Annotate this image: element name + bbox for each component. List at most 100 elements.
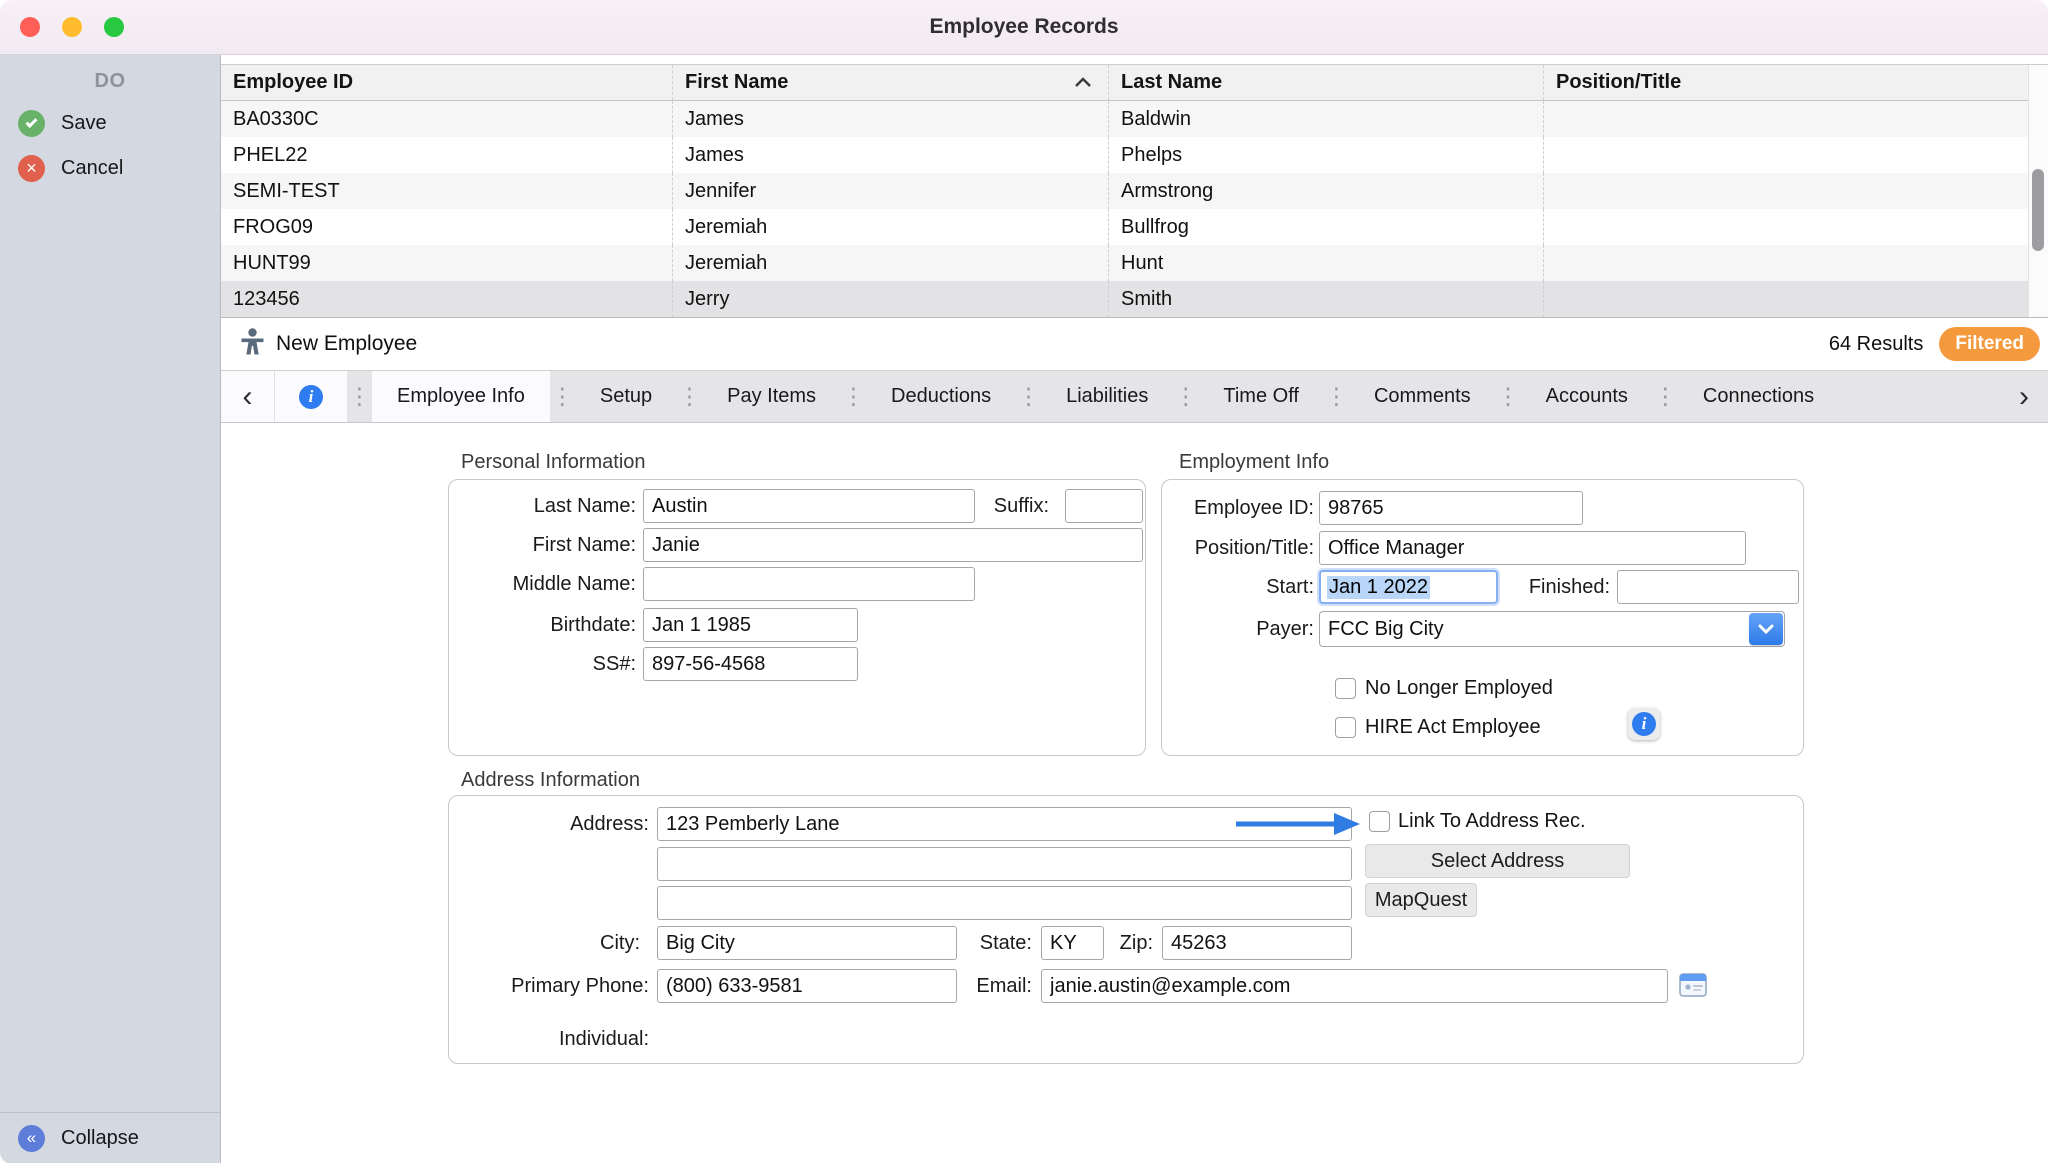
ssn-input[interactable] (643, 647, 858, 681)
no-longer-employed-checkbox[interactable] (1335, 678, 1356, 699)
chevron-right-icon: › (2019, 380, 2029, 414)
tab-employee-info[interactable]: Employee Info (372, 371, 550, 422)
state-input[interactable] (1041, 926, 1104, 960)
personal-info-group: Last Name: Suffix: First Name: Middle Na… (448, 479, 1146, 756)
collapse-button[interactable]: « Collapse (0, 1125, 157, 1152)
employee-table: Employee ID First Name Last Name Positio… (221, 64, 2048, 318)
chevron-left-icon: ‹ (243, 380, 253, 414)
cell-last-name: Baldwin (1109, 101, 1544, 137)
cell-employee-id: PHEL22 (221, 137, 673, 173)
cell-position (1544, 137, 2048, 173)
tab-label: Time Off (1223, 385, 1299, 408)
zip-label: Zip: (1104, 926, 1153, 960)
middle-name-input[interactable] (643, 567, 975, 601)
table-row[interactable]: BA0330C James Baldwin (221, 101, 2048, 137)
tab-deductions[interactable]: Deductions (866, 371, 1016, 422)
birthdate-input[interactable] (643, 608, 858, 642)
individual-label: Individual: (449, 1022, 649, 1056)
primary-phone-input[interactable] (657, 969, 957, 1003)
tab-accounts[interactable]: Accounts (1521, 371, 1653, 422)
address-line2-input[interactable] (657, 847, 1352, 881)
save-button[interactable]: Save (0, 101, 220, 146)
save-check-icon (18, 110, 45, 137)
info-icon: i (299, 385, 323, 409)
table-row[interactable]: SEMI-TEST Jennifer Armstrong (221, 173, 2048, 209)
employee-records-window: Employee Records DO Save × Cancel « Coll… (0, 0, 2048, 1164)
main-content: Employee ID First Name Last Name Positio… (221, 55, 2048, 1163)
tab-liabilities[interactable]: Liabilities (1041, 371, 1173, 422)
cell-first-name: Jeremiah (673, 209, 1109, 245)
cancel-x-icon: × (18, 155, 45, 182)
column-header-last-name[interactable]: Last Name (1109, 65, 1544, 100)
contact-card-icon[interactable] (1678, 970, 1708, 1005)
first-name-input[interactable] (643, 528, 1143, 562)
cell-last-name: Hunt (1109, 245, 1544, 281)
tab-setup[interactable]: Setup (575, 371, 677, 422)
tab-label: Employee Info (397, 385, 525, 408)
do-sidebar: DO Save × Cancel « Collapse (0, 55, 221, 1163)
cell-last-name: Smith (1109, 281, 1544, 317)
employee-form: Personal Information Last Name: Suffix: … (221, 423, 2048, 1163)
payer-dropdown-button[interactable] (1749, 613, 1783, 645)
column-header-employee-id[interactable]: Employee ID (221, 65, 673, 100)
email-input[interactable] (1041, 969, 1668, 1003)
tab-pay-items[interactable]: Pay Items (702, 371, 841, 422)
results-count: 64 Results (1829, 333, 1924, 356)
table-row[interactable]: PHEL22 James Phelps (221, 137, 2048, 173)
tab-time-off[interactable]: Time Off (1198, 371, 1324, 422)
payer-select[interactable]: FCC Big City (1319, 611, 1785, 647)
tab-separator: ⋮ (1016, 371, 1041, 422)
tab-scroll-left-button[interactable]: ‹ (221, 371, 275, 422)
tab-separator: ⋮ (841, 371, 866, 422)
column-header-first-name[interactable]: First Name (673, 65, 1109, 100)
tab-connections[interactable]: Connections (1678, 371, 1839, 422)
tab-bar: ‹ i ⋮ Employee Info ⋮ Setup ⋮ Pay Items … (221, 370, 2048, 423)
cell-employee-id: 123456 (221, 281, 673, 317)
table-row[interactable]: 123456 Jerry Smith (221, 281, 2048, 317)
suffix-input[interactable] (1065, 489, 1143, 523)
column-header-label: Position/Title (1556, 71, 1681, 94)
mapquest-button[interactable]: MapQuest (1365, 883, 1477, 917)
cell-first-name: Jerry (673, 281, 1109, 317)
state-label: State: (949, 926, 1032, 960)
tab-label: Setup (600, 385, 652, 408)
city-input[interactable] (657, 926, 957, 960)
employment-info-title: Employment Info (1179, 451, 1329, 474)
hire-act-checkbox[interactable] (1335, 717, 1356, 738)
tab-label: Connections (1703, 385, 1814, 408)
cell-position (1544, 173, 2048, 209)
tab-label: Comments (1374, 385, 1471, 408)
scrollbar-thumb[interactable] (2032, 169, 2044, 251)
tab-comments[interactable]: Comments (1349, 371, 1496, 422)
suffix-label: Suffix: (909, 489, 1049, 523)
address-line3-input[interactable] (657, 886, 1352, 920)
finished-date-label: Finished: (1462, 570, 1610, 604)
cell-first-name: Jeremiah (673, 245, 1109, 281)
column-header-position[interactable]: Position/Title (1544, 65, 2048, 100)
finished-date-input[interactable] (1617, 570, 1799, 604)
cell-last-name: Armstrong (1109, 173, 1544, 209)
collapse-chevrons-icon: « (18, 1125, 45, 1152)
cancel-button[interactable]: × Cancel (0, 146, 220, 191)
first-name-label: First Name: (449, 528, 636, 562)
selected-text: Jan 1 2022 (1327, 576, 1430, 599)
tab-separator: ⋮ (1653, 371, 1678, 422)
record-info-button[interactable]: i (275, 371, 347, 422)
tab-separator: ⋮ (1496, 371, 1521, 422)
select-address-button[interactable]: Select Address (1365, 844, 1630, 878)
tab-scroll-right-button[interactable]: › (2000, 371, 2048, 422)
position-title-input[interactable] (1319, 531, 1746, 565)
window-title: Employee Records (0, 15, 2048, 39)
table-row[interactable]: HUNT99 Jeremiah Hunt (221, 245, 2048, 281)
column-header-label: Last Name (1121, 71, 1222, 94)
zip-input[interactable] (1162, 926, 1352, 960)
hire-act-info-button[interactable]: i (1628, 708, 1660, 740)
table-header-row: Employee ID First Name Last Name Positio… (221, 64, 2048, 101)
table-scrollbar[interactable] (2028, 65, 2048, 317)
table-row[interactable]: FROG09 Jeremiah Bullfrog (221, 209, 2048, 245)
employee-id-input[interactable] (1319, 491, 1583, 525)
address-info-group: Address: Link To Address Rec. Select Add… (448, 795, 1804, 1064)
link-to-address-checkbox[interactable] (1369, 811, 1390, 832)
filtered-badge[interactable]: Filtered (1939, 327, 2040, 361)
tab-label: Liabilities (1066, 385, 1148, 408)
